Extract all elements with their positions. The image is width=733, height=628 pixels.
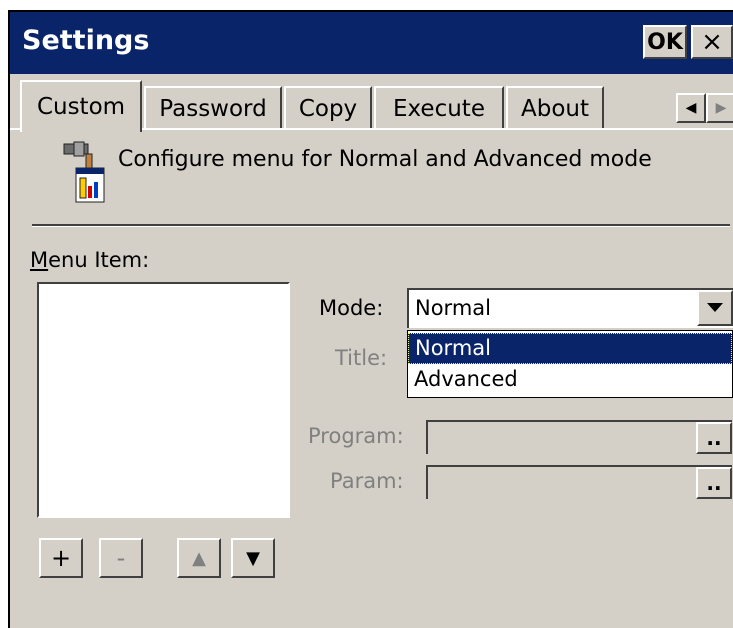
mode-option-normal[interactable]: Normal — [408, 333, 732, 364]
tab-custom[interactable]: Custom — [20, 80, 142, 132]
param-label: Param: — [330, 469, 404, 493]
tab-scroll-left-icon[interactable]: ◀ — [676, 93, 706, 123]
tab-about[interactable]: About — [506, 86, 604, 130]
mode-select[interactable]: Normal — [407, 288, 733, 328]
title-bar: Settings OK × — [10, 12, 733, 74]
mode-label: Mode: — [319, 296, 384, 320]
param-field[interactable]: .. — [426, 465, 732, 499]
mode-value: Normal — [415, 296, 491, 320]
remove-item-button[interactable]: - — [99, 538, 143, 578]
add-item-button[interactable]: + — [39, 538, 83, 578]
tab-scroll-right-icon[interactable]: ▶ — [706, 93, 733, 123]
page-description: Configure menu for Normal and Advanced m… — [118, 147, 652, 172]
divider — [32, 224, 730, 227]
ok-button[interactable]: OK — [643, 25, 687, 59]
tab-custom-label: Custom — [36, 94, 126, 120]
close-button[interactable]: × — [691, 25, 733, 59]
tab-execute[interactable]: Execute — [374, 86, 504, 130]
mode-dropdown-list: Normal Advanced — [407, 330, 733, 398]
tab-copy-label: Copy — [298, 96, 358, 122]
settings-tool-icon — [63, 141, 105, 203]
move-down-button[interactable]: ▼ — [231, 538, 275, 578]
tab-execute-label: Execute — [393, 96, 485, 122]
title-label: Title: — [335, 346, 388, 370]
move-up-button[interactable]: ▲ — [177, 538, 221, 578]
tab-about-label: About — [520, 96, 589, 122]
tab-password[interactable]: Password — [144, 86, 282, 130]
program-field[interactable]: .. — [426, 420, 732, 454]
menu-item-label: Menu Item: — [30, 248, 150, 272]
program-label: Program: — [308, 424, 404, 448]
tab-password-label: Password — [159, 96, 267, 122]
mode-option-advanced[interactable]: Advanced — [408, 365, 732, 396]
window-title: Settings — [22, 25, 150, 56]
program-browse-button[interactable]: .. — [696, 422, 732, 454]
chevron-down-icon[interactable] — [697, 290, 733, 326]
menu-item-list[interactable] — [37, 282, 290, 518]
param-browse-button[interactable]: .. — [696, 467, 732, 499]
tab-copy[interactable]: Copy — [284, 86, 372, 130]
settings-window: Settings OK × Custom Password Copy Execu… — [8, 10, 733, 628]
